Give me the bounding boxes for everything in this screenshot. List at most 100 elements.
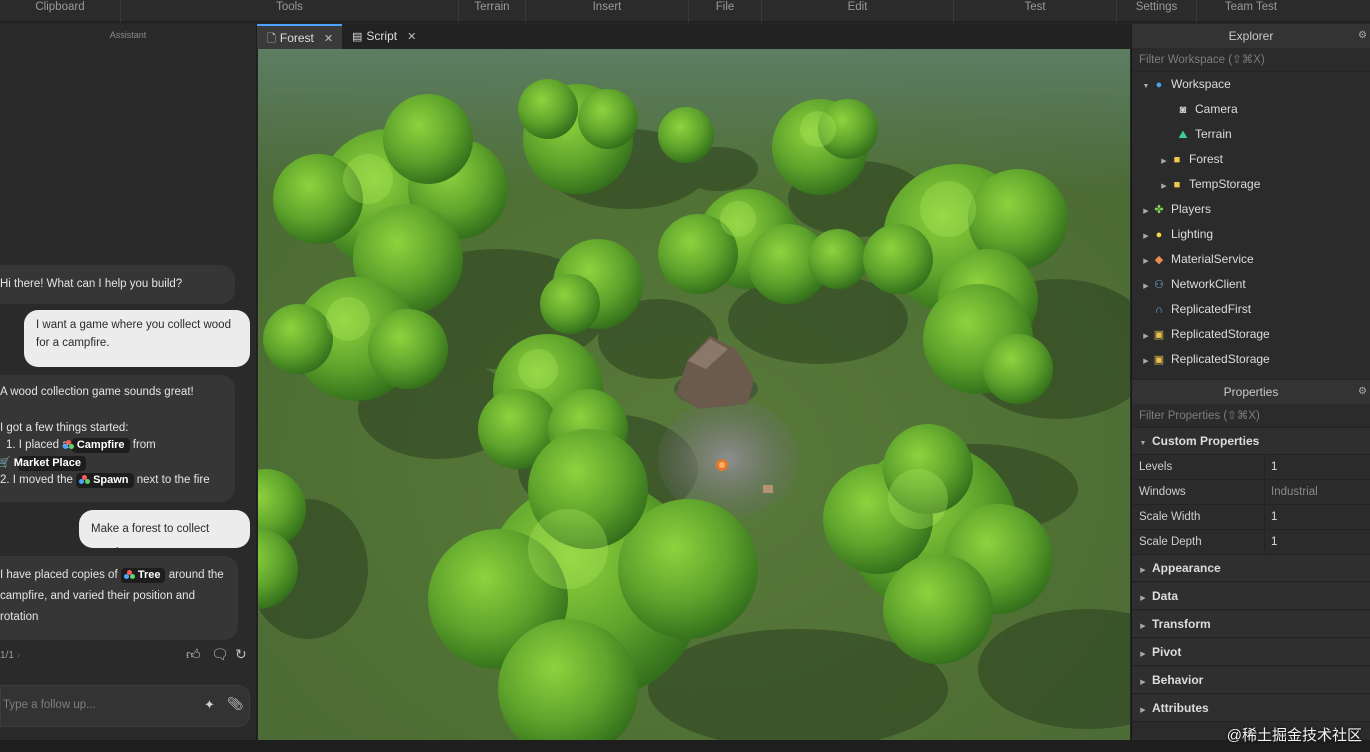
section-attributes[interactable]: ▶ Attributes [1132,695,1370,722]
script-icon: ▤ [352,31,363,43]
tree-item-tempstorage[interactable]: ▶ ■ TempStorage [1158,172,1260,196]
assistant-panel: Assistant Hi there! What can I help you … [0,24,257,740]
document-icon: 🗋 [267,33,276,45]
tree-item-replicatedfirst[interactable]: ∩ ReplicatedFirst [1152,297,1251,321]
list-item: 1. I placed a Campfire from 🛒 Market Plac… [0,437,225,472]
message-text: A wood collection game sounds great! [0,386,194,398]
3d-viewport[interactable] [258,49,1130,740]
assistant-message: Hi there! What can I help you build? [0,265,235,304]
close-icon[interactable]: ✕ [324,33,333,45]
chevron-right-icon: ▶ [1140,595,1146,602]
gear-icon[interactable]: ⚙ [1358,380,1367,404]
chevron-right-icon[interactable]: ▶ [1158,175,1170,199]
chevron-right-icon[interactable]: ▶ [1140,225,1152,249]
section-pivot[interactable]: ▶ Pivot [1132,639,1370,666]
globe-icon: ● [1155,79,1163,91]
assistant-message: A wood collection game sounds great! I g… [0,375,235,502]
status-bar [0,740,1370,752]
chevron-right-icon[interactable]: ▶ [1140,325,1152,349]
assistant-message: I have placed copies of Tree around the … [0,556,238,640]
campfire-chip[interactable]: Campfire [62,438,130,453]
ribbon-insert[interactable]: Insert [526,0,689,22]
chevron-right-icon[interactable]: ▶ [1140,200,1152,224]
ribbon-edit[interactable]: Edit [762,0,954,22]
properties-filter-input[interactable]: Filter Properties (⇧⌘X) [1132,404,1370,428]
tree-item-terrain[interactable]: ⛰ Terrain [1176,122,1231,146]
attach-icon[interactable]: 📎︎ [227,696,244,712]
chevron-right-icon[interactable]: ▶ [1140,350,1152,374]
model-icon [79,475,91,484]
property-row[interactable]: Scale Width 1 [1132,505,1370,530]
tab-forest[interactable]: 🗋 Forest ✕ [257,24,342,49]
properties-header: Properties ⚙ [1132,380,1370,404]
comment-icon[interactable]: 🗨︎ [211,646,229,663]
chevron-down-icon: ▼ [1139,440,1147,447]
model-icon [123,570,135,579]
sparkle-icon[interactable]: ✦ [204,697,215,713]
camera-icon: ◙ [1179,104,1187,116]
tree-item-lighting[interactable]: ▶ ● Lighting [1140,222,1213,246]
tree-item-replicatedstorage[interactable]: ▶ ▣ ReplicatedStorage [1140,322,1269,349]
tree-item-networkclient[interactable]: ▶ ⚇ NetworkClient [1140,272,1245,299]
terrain-icon: ⛰ [1178,129,1188,141]
tree-chip[interactable]: Tree [120,568,166,583]
message-text: around the [168,569,224,581]
ribbon-file[interactable]: File [689,0,762,22]
replicated-first-icon: ∩ [1155,304,1163,316]
explorer-panel: Explorer ⚙ Filter Workspace (⇧⌘X) ▼ ● Works… [1131,24,1370,379]
replicated-storage-icon: ▣ [1153,354,1165,366]
message-text: 1. I placed a [6,439,69,451]
folder-icon: ■ [1173,154,1181,166]
section-transform[interactable]: ▶ Transform [1132,611,1370,638]
message-text: from [132,439,156,451]
user-message: I want a game where you collect wood for… [24,310,250,367]
list-item: 2. I moved the Spawn next to the fire [0,472,225,490]
ribbon-clipboard[interactable]: Clipboard [0,0,121,22]
chevron-right-icon[interactable]: ▶ [1140,250,1152,274]
ribbon-team-test[interactable]: Team Test [1197,0,1305,22]
section-appearance[interactable]: ▶ Appearance [1132,555,1370,582]
tree-item-players[interactable]: ▶ ✤ Players [1140,197,1211,221]
assistant-title: Assistant [109,30,147,40]
chevron-right-icon[interactable]: ▶ [1158,150,1170,174]
cart-icon: 🛒 [0,456,11,469]
ribbon-test[interactable]: Test [954,0,1117,22]
ribbon-tools[interactable]: Tools [121,0,459,22]
message-text: next to the fire [136,474,210,486]
response-pager[interactable]: 1/1 › [0,650,20,661]
chevron-right-icon: ▶ [1140,707,1146,714]
message-text: I got a few things started: [0,421,129,434]
section-data[interactable]: ▶ Data [1132,583,1370,610]
tab-script[interactable]: ▤ Script ✕ [342,24,428,49]
section-behavior[interactable]: ▶ Behavior [1132,667,1370,694]
tree-item-camera[interactable]: ◙ Camera [1176,97,1238,121]
ribbon-toolbar: Clipboard Tools Terrain Insert File Edit… [0,0,1370,22]
tree-item-forest[interactable]: ▶ ■ Forest [1158,147,1223,171]
explorer-header: Explorer ⚙ [1132,24,1370,48]
material-icon: ◆ [1154,254,1164,266]
watermark: @稀土掘金技术社区 [1226,727,1362,744]
close-icon[interactable]: ✕ [407,31,416,43]
chevron-right-icon[interactable]: ▶ [1140,275,1152,299]
message-text: Hi there! What can I help you build? [0,278,183,290]
property-row[interactable]: Scale Depth 1 [1132,530,1370,555]
property-row[interactable]: Windows Industrial [1132,480,1370,505]
thumbs-up-icon[interactable]: 👍︎ [186,646,201,663]
spawn-chip[interactable]: Spawn [76,473,134,488]
ribbon-settings[interactable]: Settings [1117,0,1197,22]
marketplace-chip[interactable]: 🛒 Market Place [0,455,86,471]
message-text: I have placed copies of [0,569,118,581]
chat-input[interactable]: Type a follow up... ✦ 📎︎ [0,685,250,727]
explorer-filter-input[interactable]: Filter Workspace (⇧⌘X) [1132,48,1370,72]
chevron-right-icon: ▶ [1140,567,1146,574]
tree-item-materialservice[interactable]: ▶ ◆ MaterialService [1140,247,1253,274]
section-custom-properties[interactable]: ▼ Custom Properties [1132,428,1370,455]
refresh-icon[interactable]: ↻ [235,646,247,663]
property-row[interactable]: Levels 1 [1132,455,1370,480]
ribbon-terrain[interactable]: Terrain [459,0,526,22]
message-text: I want a game where you collect wood for… [36,319,231,349]
chevron-down-icon[interactable]: ▼ [1140,75,1152,99]
tree-item-workspace[interactable]: ▼ ● Workspace [1140,72,1231,96]
gear-icon[interactable]: ⚙ [1358,24,1367,48]
tree-item-replicatedstorage[interactable]: ▶ ▣ ReplicatedStorage [1140,347,1269,374]
